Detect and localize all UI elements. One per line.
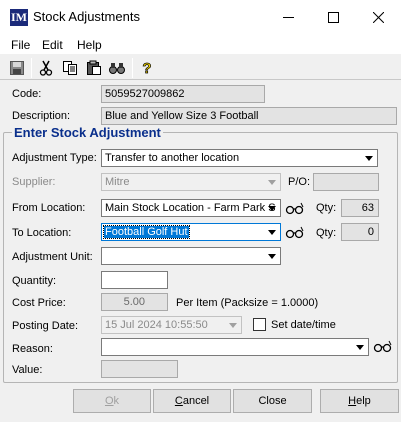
- binoculars-icon: [285, 226, 304, 239]
- help-mnemonic: H: [348, 395, 357, 407]
- cost-price-label: Cost Price:: [12, 297, 66, 309]
- code-label: Code:: [12, 88, 42, 100]
- cost-price-field: 5.00: [101, 293, 168, 311]
- chevron-down-icon[interactable]: [362, 151, 376, 165]
- chevron-down-icon[interactable]: [265, 201, 279, 215]
- posting-date-picker[interactable]: 15 Jul 2024 10:55:50: [101, 316, 242, 334]
- value-label: Value:: [12, 364, 43, 376]
- ok-label: k: [113, 395, 120, 407]
- posting-date-value: 15 Jul 2024 10:55:50: [105, 319, 208, 331]
- adjustment-unit-label: Adjustment Unit:: [12, 251, 93, 263]
- posting-date-label: Posting Date:: [12, 320, 79, 332]
- quantity-input[interactable]: [101, 271, 168, 289]
- copy-icon: [63, 61, 77, 75]
- find-button[interactable]: [108, 59, 126, 77]
- close-button[interactable]: [356, 0, 401, 34]
- chevron-down-icon[interactable]: [226, 318, 240, 332]
- cut-icon: [39, 60, 53, 76]
- close-label: Close: [258, 395, 287, 407]
- find-icon: [109, 63, 125, 74]
- po-field[interactable]: [313, 173, 379, 191]
- from-qty-field: 63: [341, 199, 379, 217]
- paste-icon: [87, 60, 101, 75]
- save-icon: [10, 61, 24, 75]
- to-qty-label: Qty:: [316, 227, 337, 239]
- svg-text:?: ?: [142, 60, 151, 76]
- chevron-down-icon[interactable]: [265, 249, 279, 263]
- from-location-lookup-button[interactable]: [285, 200, 305, 216]
- reason-label: Reason:: [12, 343, 53, 355]
- paste-button[interactable]: [85, 59, 103, 77]
- set-datetime-label: Set date/time: [271, 319, 336, 331]
- maximize-icon: [328, 11, 339, 23]
- cancel-label: ancel: [182, 395, 210, 407]
- cut-button[interactable]: [37, 59, 55, 77]
- set-datetime-checkbox[interactable]: [253, 318, 266, 331]
- copy-button[interactable]: [61, 59, 79, 77]
- binoculars-icon: [285, 202, 304, 215]
- supplier-value: Mitre: [105, 176, 130, 188]
- cancel-button[interactable]: Cancel: [153, 389, 231, 413]
- minimize-icon: [283, 16, 294, 18]
- to-location-value: Football Golf Hut: [103, 225, 190, 239]
- chevron-down-icon[interactable]: [265, 225, 279, 239]
- chevron-down-icon[interactable]: [265, 175, 279, 189]
- value-field: [101, 360, 178, 378]
- help-dialog-button[interactable]: Help: [320, 389, 399, 413]
- close-dialog-button[interactable]: Close: [233, 389, 312, 413]
- reason-lookup-button[interactable]: [373, 338, 393, 354]
- per-item-text: Per Item (Packsize = 1.0000): [176, 297, 319, 309]
- ok-button[interactable]: Ok: [73, 389, 151, 413]
- save-button[interactable]: [8, 59, 26, 77]
- to-location-lookup-button[interactable]: [285, 224, 305, 240]
- reason-dropdown[interactable]: [101, 338, 369, 356]
- adjustment-type-label: Adjustment Type:: [12, 152, 97, 164]
- close-icon: [373, 11, 384, 23]
- binoculars-icon: [373, 340, 392, 353]
- supplier-label: Supplier:: [12, 176, 56, 188]
- help-button[interactable]: ?: [138, 59, 156, 77]
- to-location-label: To Location:: [12, 227, 72, 239]
- adjustment-type-value: Transfer to another location: [105, 152, 240, 164]
- menu-file[interactable]: File: [11, 38, 30, 52]
- help-icon: ?: [142, 60, 152, 76]
- from-location-dropdown[interactable]: Main Stock Location - Farm Park S: [101, 199, 281, 217]
- adjustment-unit-dropdown[interactable]: [101, 247, 281, 265]
- menu-edit[interactable]: Edit: [42, 38, 63, 52]
- chevron-down-icon[interactable]: [353, 340, 367, 354]
- description-label: Description:: [12, 110, 71, 122]
- toolbar-separator: [132, 58, 133, 78]
- from-location-value: Main Stock Location - Farm Park S: [105, 202, 276, 214]
- to-qty-field: 0: [341, 223, 379, 241]
- menu-help[interactable]: Help: [77, 38, 102, 52]
- app-icon: IM: [10, 9, 28, 26]
- from-qty-label: Qty:: [316, 202, 337, 214]
- toolbar-separator: [31, 58, 32, 78]
- to-location-dropdown[interactable]: Football Golf Hut: [101, 223, 281, 241]
- adjustment-type-dropdown[interactable]: Transfer to another location: [101, 149, 378, 167]
- ok-mnemonic: O: [104, 395, 114, 407]
- supplier-dropdown[interactable]: Mitre: [101, 173, 281, 191]
- from-location-label: From Location:: [12, 202, 86, 214]
- description-field: Blue and Yellow Size 3 Football: [101, 107, 397, 125]
- code-field: 5059527009862: [101, 85, 265, 103]
- help-label: elp: [356, 395, 371, 407]
- window-title: Stock Adjustments: [33, 9, 140, 24]
- maximize-button[interactable]: [311, 0, 356, 34]
- po-label: P/O:: [288, 176, 311, 188]
- cancel-mnemonic: C: [174, 395, 183, 407]
- quantity-label: Quantity:: [12, 275, 57, 287]
- group-title: Enter Stock Adjustment: [12, 125, 163, 140]
- minimize-button[interactable]: [266, 0, 311, 34]
